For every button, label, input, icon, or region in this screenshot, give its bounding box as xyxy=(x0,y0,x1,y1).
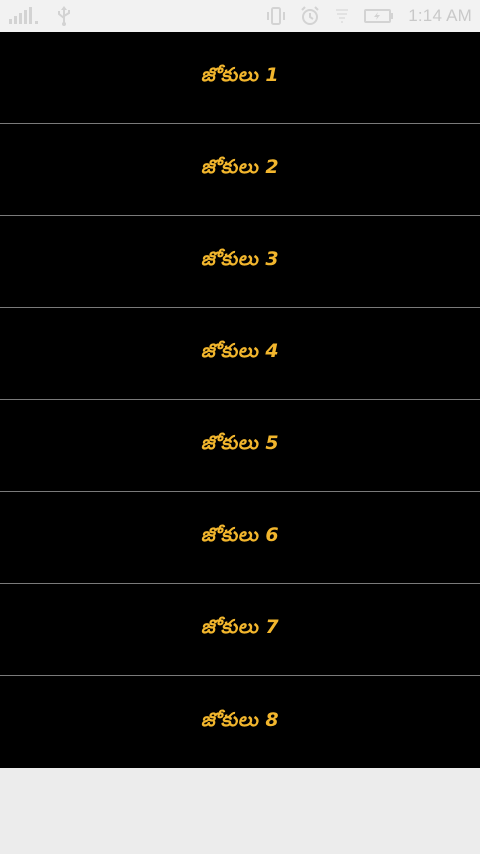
status-bar-right: 1:14 AM xyxy=(266,6,472,26)
list-item-label: జోకులు 7 xyxy=(200,616,280,638)
battery-charging-icon xyxy=(364,8,394,24)
list-item-label: జోకులు 3 xyxy=(200,248,280,270)
list-item[interactable]: జోకులు 4 xyxy=(0,308,480,400)
list-item[interactable]: జోకులు 1 xyxy=(0,32,480,124)
list-item-label: జోకులు 2 xyxy=(200,156,280,178)
list-item[interactable]: జోకులు 2 xyxy=(0,124,480,216)
status-clock: 1:14 AM xyxy=(408,6,472,25)
usb-icon xyxy=(56,6,72,26)
list-item-label: జోకులు 1 xyxy=(200,64,280,86)
list-item[interactable]: జోకులు 8 xyxy=(0,676,480,768)
empty-background xyxy=(0,768,480,854)
list-item-label: జోకులు 5 xyxy=(200,432,280,454)
status-bar-left xyxy=(8,6,72,26)
status-bar: 1:14 AM xyxy=(0,0,480,32)
list-item-label: జోకులు 6 xyxy=(200,524,280,546)
alarm-icon xyxy=(300,6,320,26)
jokes-list: జోకులు 1 జోకులు 2 జోకులు 3 జోకులు 4 జోకు… xyxy=(0,32,480,768)
list-item-label: జోకులు 8 xyxy=(200,708,280,731)
vibrate-icon xyxy=(266,6,286,26)
signal-icon xyxy=(8,7,42,25)
list-item[interactable]: జోకులు 5 xyxy=(0,400,480,492)
list-item[interactable]: జోకులు 3 xyxy=(0,216,480,308)
list-item[interactable]: జోకులు 6 xyxy=(0,492,480,584)
wifi-icon xyxy=(334,7,350,25)
list-item-label: జోకులు 4 xyxy=(200,340,280,362)
list-item[interactable]: జోకులు 7 xyxy=(0,584,480,676)
